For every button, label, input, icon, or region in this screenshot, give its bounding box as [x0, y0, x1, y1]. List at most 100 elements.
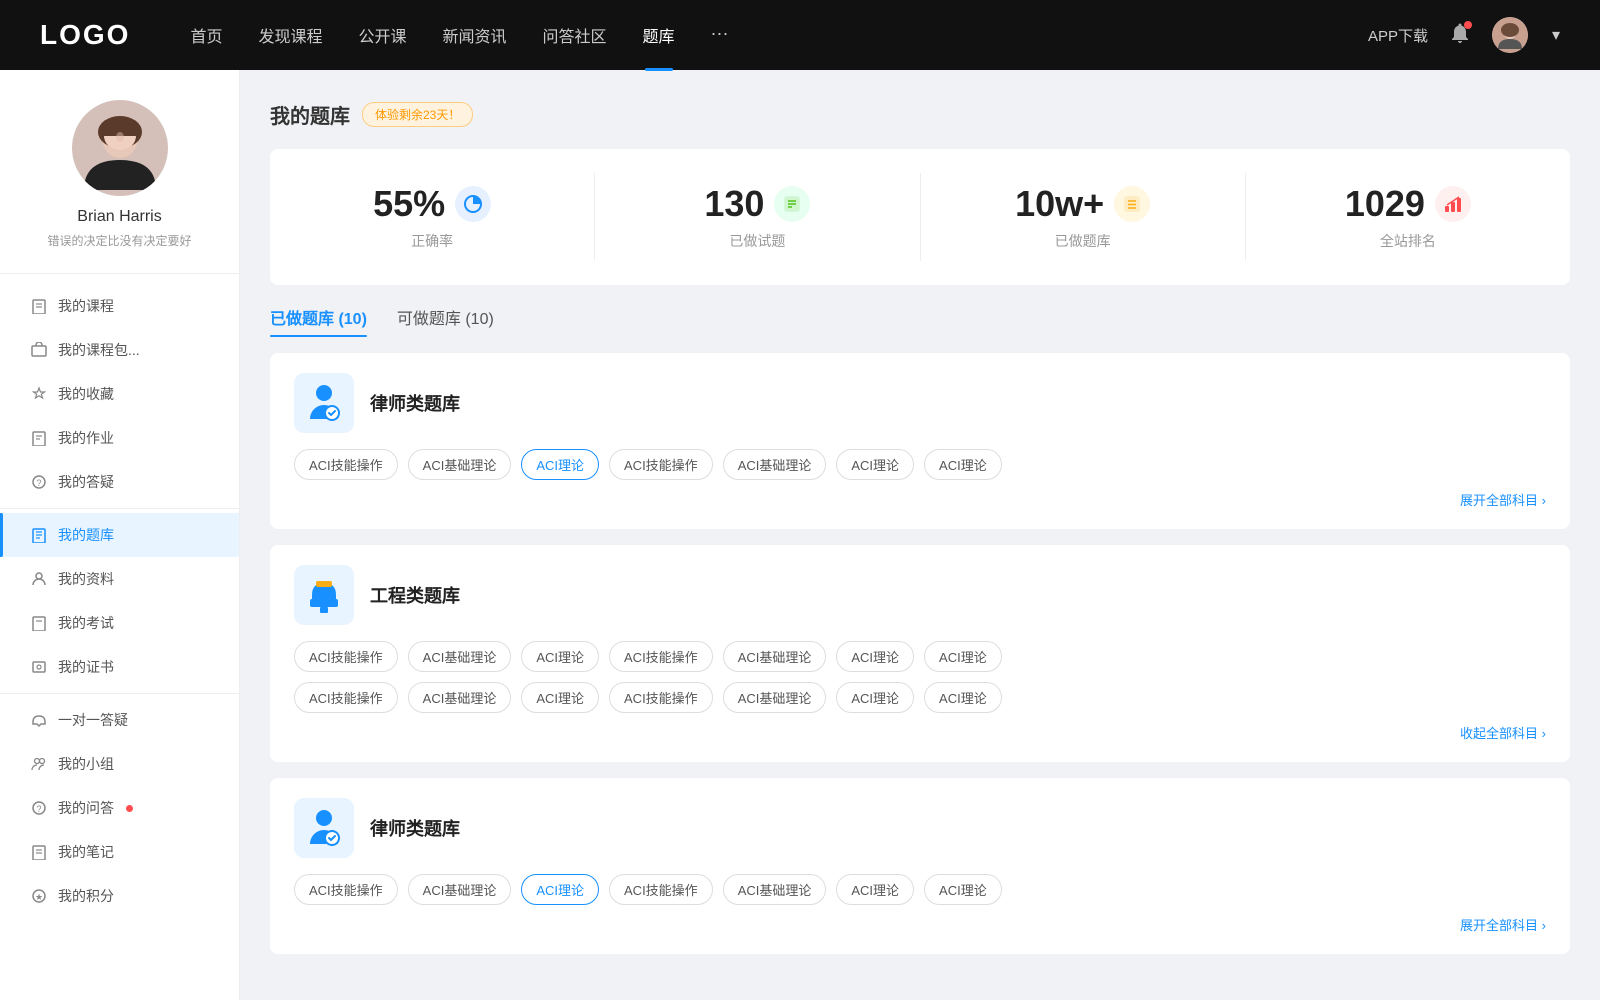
tag[interactable]: ACI基础理论 [408, 449, 512, 480]
tag[interactable]: ACI理论 [521, 641, 599, 672]
stat-done-banks-icon [1114, 186, 1150, 222]
menu-certificate[interactable]: 我的证书 [0, 645, 239, 689]
stat-accuracy-icon [455, 186, 491, 222]
points-icon: ★ [30, 887, 48, 905]
stat-done-questions-label: 已做试题 [729, 231, 785, 251]
menu-questions[interactable]: ? 我的答疑 [0, 460, 239, 504]
tag[interactable]: ACI技能操作 [294, 449, 398, 480]
notes-icon [30, 843, 48, 861]
tag[interactable]: ACI理论 [521, 682, 599, 713]
menu-tutoring[interactable]: 一对一答疑 [0, 698, 239, 742]
tag[interactable]: ACI理论 [836, 874, 914, 905]
menu-course-package[interactable]: 我的课程包... [0, 328, 239, 372]
menu-my-qa[interactable]: ? 我的问答 [0, 786, 239, 830]
tag[interactable]: ACI基础理论 [408, 682, 512, 713]
app-download-btn[interactable]: APP下载 [1368, 25, 1428, 46]
nav-questionbank[interactable]: 题库 [643, 23, 675, 47]
tab-available[interactable]: 可做题库 (10) [397, 305, 494, 337]
tag[interactable]: ACI理论 [836, 449, 914, 480]
expand-btn-lawyer-2[interactable]: 展开全部科目 › [294, 915, 1546, 934]
navbar: LOGO 首页 发现课程 公开课 新闻资讯 问答社区 题库 ··· APP下载 [0, 0, 1600, 70]
profile-icon [30, 570, 48, 588]
stat-done-banks: 10w+ 已做题库 [921, 173, 1246, 261]
tag[interactable]: ACI基础理论 [408, 874, 512, 905]
tag[interactable]: ACI理论 [836, 641, 914, 672]
logo: LOGO [40, 19, 130, 51]
tag[interactable]: ACI理论 [521, 874, 599, 905]
menu-questionbank[interactable]: 我的题库 [0, 513, 239, 557]
nav-news[interactable]: 新闻资讯 [443, 23, 507, 47]
stat-done-questions-row: 130 [704, 183, 810, 225]
tags-row-engineer-2: ACI技能操作 ACI基础理论 ACI理论 ACI技能操作 ACI基础理论 AC… [294, 682, 1546, 713]
tag[interactable]: ACI技能操作 [609, 682, 713, 713]
tag[interactable]: ACI技能操作 [609, 874, 713, 905]
tag[interactable]: ACI理论 [924, 874, 1002, 905]
avatar-svg [1492, 17, 1528, 53]
menu-homework[interactable]: 我的作业 [0, 416, 239, 460]
nav-courses[interactable]: 发现课程 [258, 23, 322, 47]
engineer-icon-svg [302, 573, 346, 617]
page-header: 我的题库 体验剩余23天！ [270, 100, 1570, 129]
my-qa-label: 我的问答 [58, 798, 114, 818]
favorites-label: 我的收藏 [58, 384, 114, 404]
svg-text:?: ? [36, 478, 41, 488]
nav-more[interactable]: ··· [711, 23, 729, 47]
tag[interactable]: ACI技能操作 [609, 641, 713, 672]
stat-accuracy-row: 55% [373, 183, 491, 225]
tag[interactable]: ACI技能操作 [609, 449, 713, 480]
tag[interactable]: ACI基础理论 [408, 641, 512, 672]
profile-motto: 错误的决定比没有决定要好 [47, 232, 191, 249]
menu-points[interactable]: ★ 我的积分 [0, 874, 239, 918]
svg-text:★: ★ [35, 892, 43, 902]
tag[interactable]: ACI理论 [836, 682, 914, 713]
notification-bell[interactable] [1448, 21, 1472, 50]
trial-badge: 体验剩余23天！ [362, 102, 473, 127]
tag[interactable]: ACI基础理论 [723, 449, 827, 480]
bank-card-engineer: 工程类题库 ACI技能操作 ACI基础理论 ACI理论 ACI技能操作 ACI基… [270, 545, 1570, 762]
tag[interactable]: ACI基础理论 [723, 682, 827, 713]
tab-done[interactable]: 已做题库 (10) [270, 305, 367, 337]
tag[interactable]: ACI基础理论 [723, 641, 827, 672]
nav-links: 首页 发现课程 公开课 新闻资讯 问答社区 题库 ··· [190, 23, 1368, 47]
bank-header-engineer: 工程类题库 [294, 565, 1546, 625]
sidebar-avatar [72, 100, 168, 196]
user-avatar[interactable] [1492, 17, 1528, 53]
tag[interactable]: ACI技能操作 [294, 641, 398, 672]
homework-label: 我的作业 [58, 428, 114, 448]
stat-accuracy: 55% 正确率 [270, 173, 595, 261]
group-label: 我的小组 [58, 754, 114, 774]
qa-notification-dot [126, 805, 133, 812]
exam-label: 我的考试 [58, 613, 114, 633]
nav-qa[interactable]: 问答社区 [543, 23, 607, 47]
bank-name-lawyer-1: 律师类题库 [370, 390, 460, 416]
menu-my-courses[interactable]: 我的课程 [0, 284, 239, 328]
menu-exam[interactable]: 我的考试 [0, 601, 239, 645]
stat-accuracy-label: 正确率 [411, 231, 453, 251]
tag[interactable]: ACI理论 [924, 682, 1002, 713]
nav-right: APP下载 ▾ [1368, 17, 1560, 53]
collapse-btn-engineer[interactable]: 收起全部科目 › [294, 723, 1546, 742]
expand-btn-lawyer-1[interactable]: 展开全部科目 › [294, 490, 1546, 509]
tag[interactable]: ACI理论 [521, 449, 599, 480]
menu-profile[interactable]: 我的资料 [0, 557, 239, 601]
menu-group[interactable]: 我的小组 [0, 742, 239, 786]
my-courses-icon [30, 297, 48, 315]
tags-row-lawyer-1: ACI技能操作 ACI基础理论 ACI理论 ACI技能操作 ACI基础理论 AC… [294, 449, 1546, 480]
nav-home[interactable]: 首页 [190, 23, 222, 47]
nav-open[interactable]: 公开课 [358, 23, 406, 47]
bank-card-lawyer-1: 律师类题库 ACI技能操作 ACI基础理论 ACI理论 ACI技能操作 ACI基… [270, 353, 1570, 529]
tag[interactable]: ACI技能操作 [294, 682, 398, 713]
my-qa-icon: ? [30, 799, 48, 817]
tag[interactable]: ACI理论 [924, 641, 1002, 672]
tag[interactable]: ACI基础理论 [723, 874, 827, 905]
lawyer-icon-svg-1 [302, 381, 346, 425]
menu-favorites[interactable]: 我的收藏 [0, 372, 239, 416]
stat-done-questions: 130 已做试题 [595, 173, 920, 261]
bank-name-lawyer-2: 律师类题库 [370, 815, 460, 841]
svg-text:?: ? [36, 804, 41, 814]
page-title: 我的题库 [270, 100, 350, 129]
tag[interactable]: ACI理论 [924, 449, 1002, 480]
menu-notes[interactable]: 我的笔记 [0, 830, 239, 874]
tag[interactable]: ACI技能操作 [294, 874, 398, 905]
user-menu-chevron[interactable]: ▾ [1552, 25, 1560, 45]
